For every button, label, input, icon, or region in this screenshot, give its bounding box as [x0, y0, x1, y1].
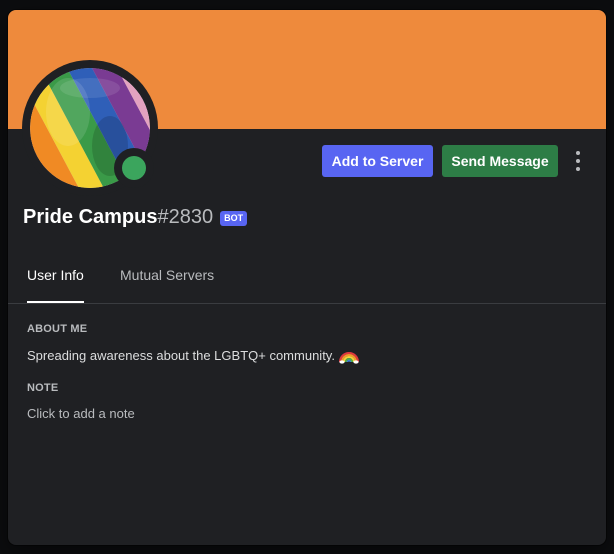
username: Pride Campus — [23, 205, 158, 228]
about-me-text: Spreading awareness about the LGBTQ+ com… — [27, 346, 359, 364]
kebab-menu-icon[interactable] — [568, 149, 588, 173]
user-profile-modal: Add to Server Send Message Pride Campus … — [8, 10, 606, 545]
kebab-dot — [576, 167, 580, 171]
rainbow-icon — [338, 346, 359, 364]
note-input[interactable]: Click to add a note — [27, 406, 587, 424]
avatar-frame — [22, 60, 158, 196]
online-status-icon — [122, 156, 146, 180]
bot-badge: BOT — [220, 210, 248, 226]
add-to-server-button[interactable]: Add to Server — [322, 145, 433, 177]
tab-user-info[interactable]: User Info — [27, 258, 84, 303]
status-indicator-frame — [114, 148, 154, 188]
discriminator: #2830 — [157, 205, 214, 228]
username-row: Pride Campus #2830 BOT — [23, 203, 248, 231]
note-heading: NOTE — [27, 382, 59, 394]
about-me-heading: ABOUT ME — [27, 323, 88, 335]
about-me-body: Spreading awareness about the LGBTQ+ com… — [27, 347, 335, 363]
kebab-dot — [576, 151, 580, 155]
profile-tabs: User Info Mutual Servers — [8, 258, 606, 304]
kebab-dot — [576, 159, 580, 163]
tab-mutual-servers[interactable]: Mutual Servers — [120, 258, 214, 302]
send-message-button[interactable]: Send Message — [442, 145, 558, 177]
